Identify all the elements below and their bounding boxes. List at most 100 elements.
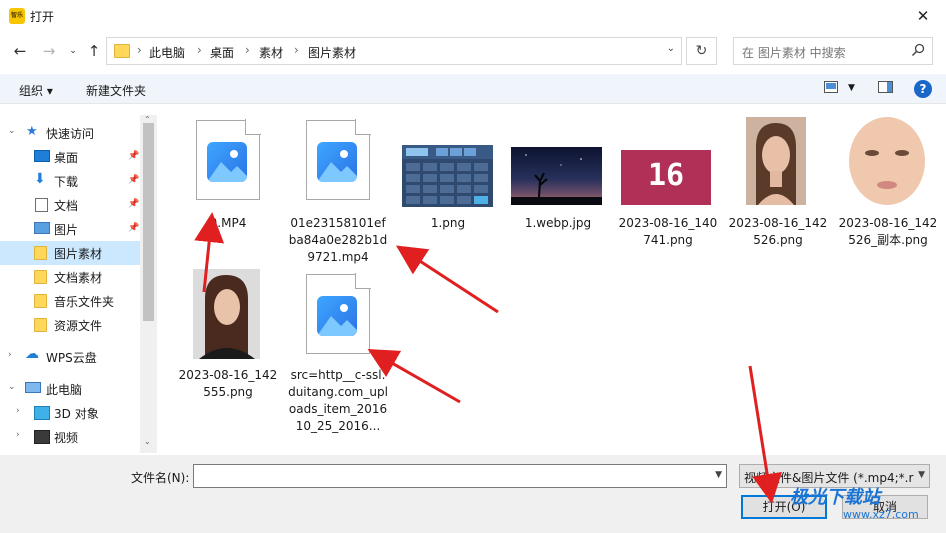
- refresh-icon: ↻: [695, 43, 708, 59]
- sidebar-item-music-folder[interactable]: 音乐文件夹: [0, 289, 140, 313]
- chevron-down-icon[interactable]: ▼: [918, 470, 925, 480]
- view-options-icon[interactable]: [824, 81, 838, 96]
- close-button[interactable]: ✕: [900, 0, 946, 32]
- folder-icon: [114, 44, 130, 58]
- address-bar[interactable]: › 此电脑 › 桌面 › 素材 › 图片素材 ⌄: [106, 37, 682, 65]
- sidebar-item-label: 图片素材: [54, 247, 103, 261]
- image-thumbnail: 16: [621, 150, 711, 205]
- sidebar-item-documents[interactable]: 文档 📌: [0, 193, 140, 217]
- document-icon: [35, 198, 48, 212]
- folder-icon: [34, 270, 47, 284]
- image-thumbnail: [193, 269, 260, 359]
- sidebar-item-label: 快速访问: [46, 127, 95, 141]
- forward-arrow-icon[interactable]: →: [39, 41, 59, 61]
- new-folder-button[interactable]: 新建文件夹: [86, 82, 146, 99]
- back-arrow-icon[interactable]: ←: [10, 41, 30, 61]
- breadcrumb-separator: ›: [197, 43, 202, 57]
- folder-icon: [34, 294, 47, 308]
- sidebar-item-image-materials[interactable]: 图片素材: [0, 241, 140, 265]
- sidebar-scrollbar[interactable]: ⌃ ⌄: [140, 115, 157, 453]
- breadcrumb-materials[interactable]: 素材: [259, 44, 283, 61]
- 3d-objects-icon: [34, 406, 50, 420]
- expand-chevron-icon[interactable]: ⌄: [8, 126, 16, 136]
- pin-icon[interactable]: 📌: [128, 175, 139, 185]
- sidebar-item-label: 音乐文件夹: [54, 295, 115, 309]
- pin-icon[interactable]: 📌: [128, 223, 139, 233]
- pin-icon[interactable]: 📌: [128, 151, 139, 161]
- chevron-down-icon[interactable]: ▼: [715, 470, 722, 480]
- sidebar-item-videos[interactable]: › 视频: [0, 425, 140, 449]
- file-list: 0.MP4 01e23158101efba84a0e282b1d9721.mp4: [160, 105, 946, 453]
- title-bar: 智乐 打开 ✕: [0, 0, 946, 32]
- file-name: 2023-08-16_142526.png: [728, 216, 828, 247]
- sidebar-item-quick-access[interactable]: ⌄ ★ 快速访问: [0, 121, 140, 145]
- preview-pane-icon[interactable]: [878, 81, 893, 96]
- breadcrumb-separator: ›: [137, 43, 142, 57]
- sidebar-item-this-pc[interactable]: ⌄ 此电脑: [0, 377, 140, 401]
- organize-menu[interactable]: 组织 ▾: [19, 82, 53, 99]
- search-icon[interactable]: [911, 43, 925, 57]
- video-file-icon: [306, 272, 372, 354]
- breadcrumb-image-materials[interactable]: 图片素材: [308, 44, 356, 61]
- sidebar-item-label: 图片: [54, 223, 79, 237]
- command-toolbar: 组织 ▾ 新建文件夹 ▼ ?: [0, 74, 946, 104]
- refresh-button[interactable]: ↻: [686, 37, 717, 65]
- sidebar-item-label: 下载: [54, 175, 79, 189]
- video-icon: [34, 430, 50, 444]
- sidebar-item-label: 此电脑: [46, 383, 83, 397]
- sidebar-item-wps-cloud[interactable]: › ☁ WPS云盘: [0, 345, 140, 369]
- search-input[interactable]: 在 图片素材 中搜索: [733, 37, 933, 65]
- window-title: 打开: [30, 10, 55, 24]
- expand-chevron-icon[interactable]: ›: [16, 430, 20, 440]
- sidebar-item-3d-objects[interactable]: › 3D 对象: [0, 401, 140, 425]
- expand-chevron-icon[interactable]: ›: [16, 406, 20, 416]
- file-name: 0.MP4: [209, 216, 247, 230]
- chevron-down-icon[interactable]: ⌄: [667, 43, 675, 54]
- sidebar-item-label: 文档: [54, 199, 79, 213]
- image-thumbnail: [746, 117, 806, 205]
- star-icon: ★: [26, 124, 38, 139]
- sidebar-item-label: 桌面: [54, 151, 79, 165]
- file-name: 01e23158101efba84a0e282b1d9721.mp4: [288, 216, 388, 264]
- file-name: src=http__c-ssl.duitang.com_uploads_item…: [288, 368, 388, 433]
- watermark-url: www.xz7.com: [843, 508, 919, 521]
- recent-locations-chevron-icon[interactable]: ⌄: [63, 41, 83, 61]
- view-dropdown-chevron-icon[interactable]: ▼: [848, 83, 855, 93]
- file-name: 2023-08-16_140741.png: [618, 216, 718, 247]
- file-name: 1.png: [430, 216, 466, 230]
- filename-input[interactable]: ▼: [193, 464, 727, 488]
- scroll-down-arrow-icon[interactable]: ⌄: [144, 437, 151, 446]
- file-name: 1.webp.jpg: [524, 216, 592, 230]
- up-arrow-icon[interactable]: ↑: [84, 41, 104, 61]
- image-thumbnail: [842, 117, 932, 205]
- video-file-icon: [196, 118, 262, 200]
- help-icon[interactable]: ?: [914, 80, 932, 98]
- breadcrumb-desktop[interactable]: 桌面: [210, 44, 234, 61]
- cloud-icon: ☁: [25, 346, 39, 362]
- sidebar-item-pictures[interactable]: 图片 📌: [0, 217, 140, 241]
- expand-chevron-icon[interactable]: ⌄: [8, 382, 16, 392]
- sidebar-item-label: 3D 对象: [54, 407, 99, 421]
- breadcrumb-this-pc[interactable]: 此电脑: [149, 44, 185, 61]
- pin-icon[interactable]: 📌: [128, 199, 139, 209]
- breadcrumb-separator: ›: [294, 43, 299, 57]
- file-name: 2023-08-16_142526_副本.png: [838, 216, 938, 247]
- sidebar-item-label: 资源文件: [54, 319, 103, 333]
- sidebar-item-desktop[interactable]: 桌面 📌: [0, 145, 140, 169]
- pictures-icon: [34, 222, 50, 234]
- scrollbar-thumb[interactable]: [143, 123, 154, 321]
- watermark-brand: 极光下载站: [790, 487, 880, 508]
- folder-icon: [34, 246, 47, 260]
- image-thumbnail: [402, 145, 493, 207]
- thumbnail-number: 16: [647, 158, 685, 193]
- computer-icon: [25, 382, 41, 393]
- sidebar-item-resource-files[interactable]: 资源文件: [0, 313, 140, 337]
- expand-chevron-icon[interactable]: ›: [8, 350, 12, 360]
- navigation-pane: ⌄ ★ 快速访问 桌面 📌 ⬇ 下载 📌 文档 📌 图片 📌 图片素材 文档素材…: [0, 115, 158, 453]
- navigation-bar: ← → ⌄ ↑ › 此电脑 › 桌面 › 素材 › 图片素材 ⌄ ↻ 在 图片素…: [0, 33, 946, 69]
- sidebar-item-downloads[interactable]: ⬇ 下载 📌: [0, 169, 140, 193]
- search-placeholder: 在 图片素材 中搜索: [742, 46, 846, 60]
- download-icon: ⬇: [34, 171, 46, 187]
- image-thumbnail: [511, 147, 602, 205]
- sidebar-item-document-materials[interactable]: 文档素材: [0, 265, 140, 289]
